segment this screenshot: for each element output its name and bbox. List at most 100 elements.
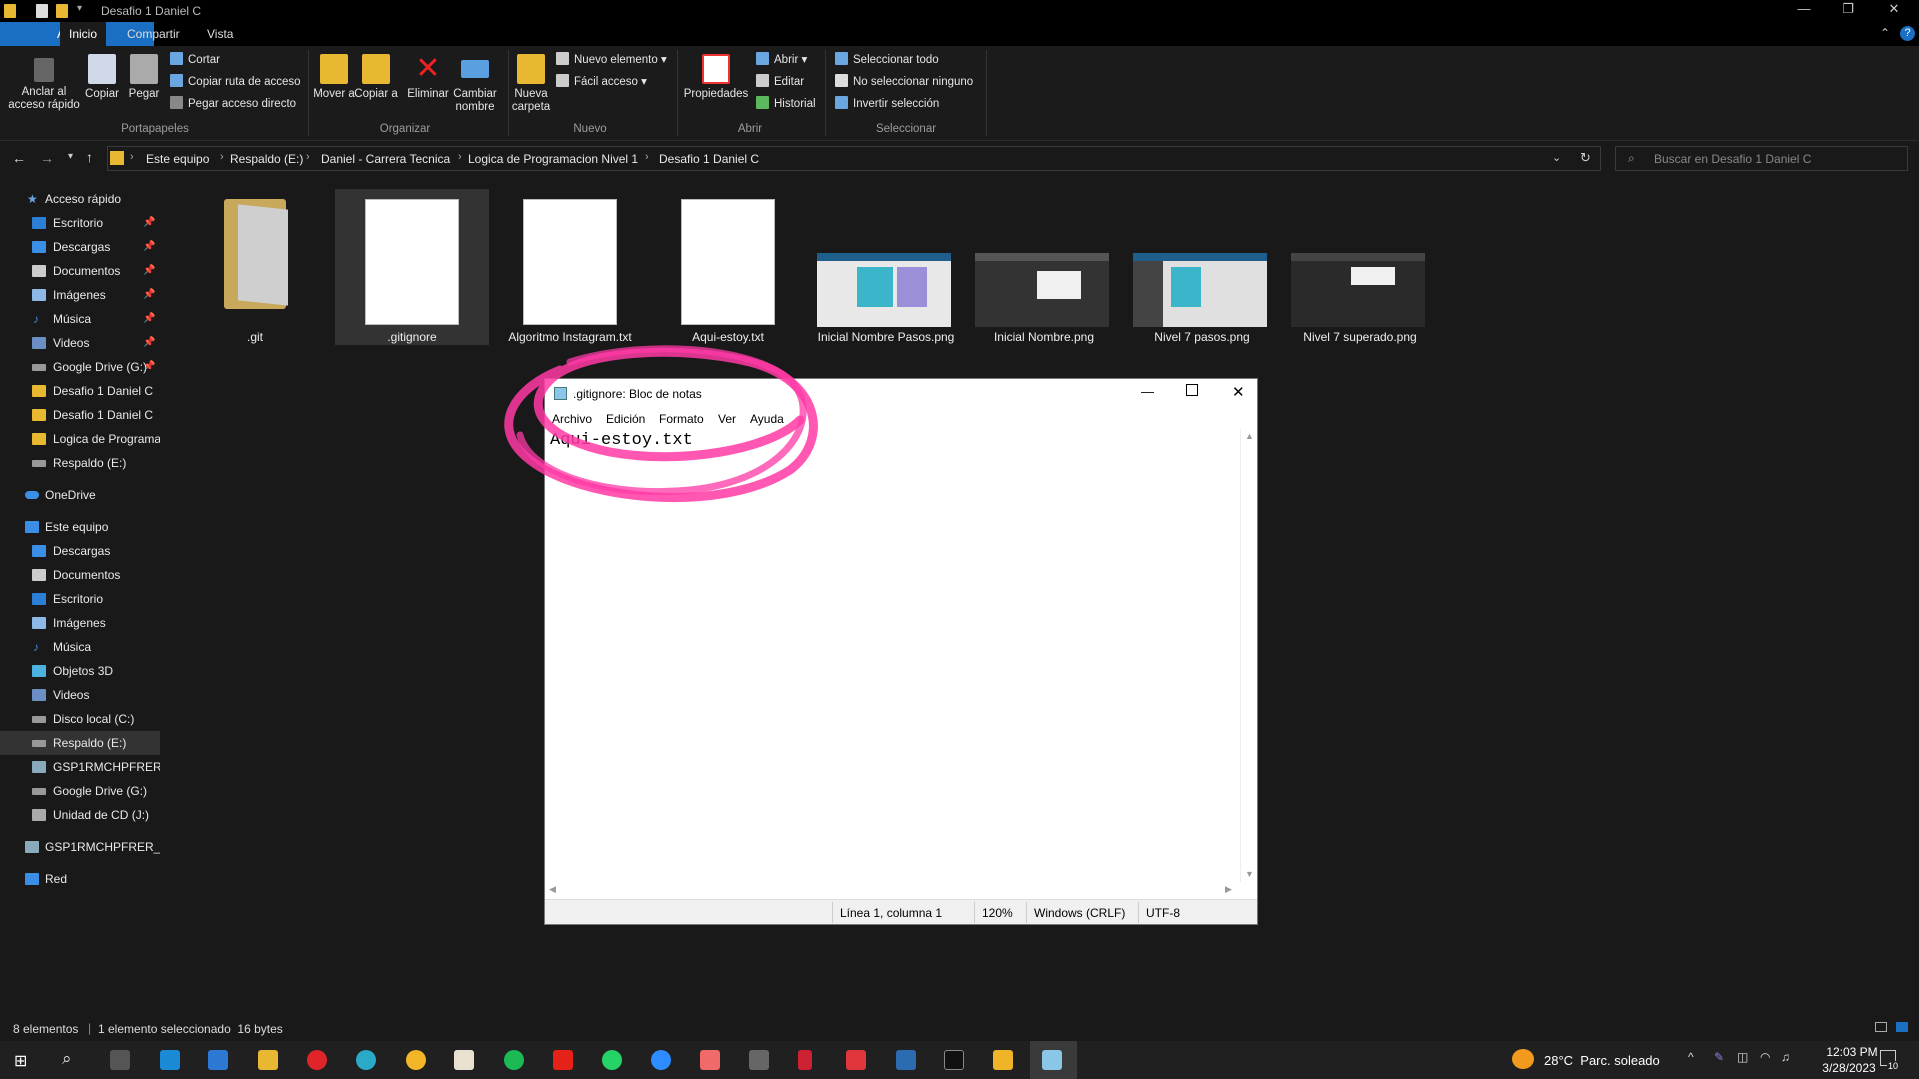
- youtube-icon[interactable]: [553, 1050, 573, 1070]
- media-player-icon[interactable]: [454, 1050, 474, 1070]
- horizontal-scrollbar[interactable]: ◀ ▶: [545, 882, 1240, 899]
- menu-help[interactable]: Ayuda: [750, 412, 784, 426]
- new-folder-icon[interactable]: [56, 4, 68, 18]
- scroll-up-icon[interactable]: ▲: [1245, 431, 1254, 441]
- properties-button[interactable]: Propiedades: [680, 54, 752, 101]
- open-button[interactable]: Abrir ▾: [756, 51, 807, 69]
- breadcrumb-this-pc[interactable]: Este equipo: [146, 152, 209, 166]
- minimize-icon[interactable]: —: [1141, 384, 1154, 399]
- notepad-window[interactable]: .gitignore: Bloc de notas — ✕ Archivo Ed…: [544, 378, 1258, 925]
- minimize-icon[interactable]: —: [1784, 1, 1824, 16]
- chevron-up-icon[interactable]: ^: [1688, 1050, 1694, 1064]
- invert-selection-button[interactable]: Invertir selección: [835, 95, 939, 113]
- nav-pc-item[interactable]: Documentos: [0, 563, 160, 587]
- address-bar[interactable]: › Este equipo › Respaldo (E:) › Daniel -…: [107, 146, 1601, 171]
- app-icon[interactable]: [798, 1050, 812, 1070]
- weather-icon[interactable]: [1512, 1049, 1534, 1069]
- maximize-icon[interactable]: [1186, 384, 1198, 396]
- nav-quick-item[interactable]: Videos 📌: [0, 331, 160, 355]
- select-none-button[interactable]: No seleccionar ninguno: [835, 73, 973, 91]
- nav-quick-item[interactable]: Desafio 1 Daniel C: [0, 379, 160, 403]
- tab-view[interactable]: Vista: [198, 22, 242, 46]
- weather-text[interactable]: 28°C Parc. soleado: [1544, 1053, 1660, 1068]
- calculator-icon[interactable]: [749, 1050, 769, 1070]
- file-item-png[interactable]: Nivel 7 pasos.png: [1125, 189, 1279, 345]
- nav-this-pc[interactable]: Este equipo: [0, 515, 160, 539]
- history-button[interactable]: Historial: [756, 95, 816, 113]
- asana-icon[interactable]: [700, 1050, 720, 1070]
- new-item-button[interactable]: Nuevo elemento ▾: [556, 51, 667, 69]
- cut-button[interactable]: Cortar: [170, 51, 220, 69]
- nav-quick-item[interactable]: ♪ Música 📌: [0, 307, 160, 331]
- store-icon[interactable]: [160, 1050, 180, 1070]
- paste-shortcut-button[interactable]: Pegar acceso directo: [170, 95, 296, 113]
- nav-quick-item[interactable]: Logica de Programa: [0, 427, 160, 451]
- file-item-png[interactable]: Inicial Nombre.png: [967, 189, 1121, 345]
- notepad-title-bar[interactable]: .gitignore: Bloc de notas — ✕: [545, 379, 1257, 409]
- nav-pc-item[interactable]: GSP1RMCHPFRER_E: [0, 755, 160, 779]
- recent-locations-icon[interactable]: ▾: [68, 151, 73, 162]
- nav-onedrive[interactable]: OneDrive: [0, 483, 160, 507]
- details-view-icon[interactable]: [1875, 1022, 1887, 1032]
- close-icon[interactable]: ✕: [1874, 1, 1914, 17]
- chevron-down-icon[interactable]: ▾: [77, 3, 82, 14]
- task-view-icon[interactable]: [110, 1050, 130, 1070]
- nav-pc-item[interactable]: Disco local (C:): [0, 707, 160, 731]
- scroll-down-icon[interactable]: ▼: [1245, 869, 1254, 879]
- nav-pc-item[interactable]: Imágenes: [0, 611, 160, 635]
- clock-date[interactable]: 3/28/2023: [1813, 1061, 1885, 1075]
- nav-pc-item[interactable]: Google Drive (G:): [0, 779, 160, 803]
- terminal-icon[interactable]: [944, 1050, 964, 1070]
- volume-icon[interactable]: ♫: [1781, 1050, 1790, 1064]
- back-arrow-icon[interactable]: ←: [12, 150, 26, 166]
- search-icon[interactable]: ⌕: [62, 1049, 72, 1069]
- nav-quick-item[interactable]: Respaldo (E:): [0, 451, 160, 475]
- vertical-scrollbar[interactable]: ▲ ▼: [1240, 429, 1257, 882]
- tab-home[interactable]: Inicio: [60, 22, 107, 46]
- up-arrow-icon[interactable]: ↑: [86, 149, 93, 165]
- nav-quick-item[interactable]: Documentos 📌: [0, 259, 160, 283]
- delete-button[interactable]: ✕ Eliminar: [404, 54, 452, 101]
- restore-icon[interactable]: ❐: [1828, 1, 1868, 17]
- chrome-icon[interactable]: [406, 1050, 426, 1070]
- notepad-icon[interactable]: [1042, 1050, 1062, 1070]
- nav-quick-item[interactable]: Desafio 1 Daniel C: [0, 403, 160, 427]
- anydesk-icon[interactable]: [846, 1050, 866, 1070]
- forward-arrow-icon[interactable]: →: [40, 150, 54, 166]
- menu-file[interactable]: Archivo: [552, 412, 592, 426]
- nav-quick-item[interactable]: Descargas 📌: [0, 235, 160, 259]
- close-icon[interactable]: ✕: [1232, 383, 1245, 401]
- nav-drive-2[interactable]: GSP1RMCHPFRER_ES: [0, 835, 160, 859]
- tab-share[interactable]: Compartir: [118, 22, 189, 46]
- help-icon[interactable]: ?: [1900, 26, 1915, 41]
- nav-quick-item[interactable]: Google Drive (G:) 📌: [0, 355, 160, 379]
- copy-button[interactable]: Copiar: [80, 54, 124, 101]
- large-icons-view-icon[interactable]: [1896, 1022, 1908, 1032]
- clock-time[interactable]: 12:03 PM: [1823, 1045, 1881, 1059]
- scroll-right-icon[interactable]: ▶: [1225, 884, 1232, 895]
- nav-pc-item[interactable]: Escritorio: [0, 587, 160, 611]
- chevron-up-icon[interactable]: ⌃: [1880, 26, 1890, 40]
- spotify-icon[interactable]: [504, 1050, 524, 1070]
- nav-pc-item[interactable]: Objetos 3D: [0, 659, 160, 683]
- nav-pc-item-selected[interactable]: Respaldo (E:): [0, 731, 160, 755]
- chevron-down-icon[interactable]: ⌄: [1552, 151, 1561, 164]
- breadcrumb-folder-logic[interactable]: Logica de Programacion Nivel 1: [468, 152, 638, 166]
- menu-format[interactable]: Formato: [659, 412, 704, 426]
- pen-icon[interactable]: ✎: [1714, 1050, 1724, 1064]
- menu-edit[interactable]: Edición: [606, 412, 645, 426]
- paste-button[interactable]: Pegar: [124, 54, 164, 101]
- file-item-png[interactable]: Inicial Nombre Pasos.png: [809, 189, 963, 345]
- mail-icon[interactable]: [208, 1050, 228, 1070]
- copy-path-button[interactable]: Copiar ruta de acceso: [170, 73, 301, 91]
- file-item-gitignore[interactable]: .gitignore: [335, 189, 489, 345]
- nav-quick-access[interactable]: ★ Acceso rápido: [0, 187, 160, 211]
- file-item-txt[interactable]: Aqui-estoy.txt: [651, 189, 805, 345]
- pin-quick-access-button[interactable]: Anclar al acceso rápido: [4, 58, 84, 112]
- rename-button[interactable]: Cambiar nombre: [450, 54, 500, 114]
- edit-button[interactable]: Editar: [756, 73, 804, 91]
- edge-icon[interactable]: [356, 1050, 376, 1070]
- new-folder-button[interactable]: Nueva carpeta: [508, 54, 554, 114]
- menu-view[interactable]: Ver: [718, 412, 736, 426]
- opera-icon[interactable]: [307, 1050, 327, 1070]
